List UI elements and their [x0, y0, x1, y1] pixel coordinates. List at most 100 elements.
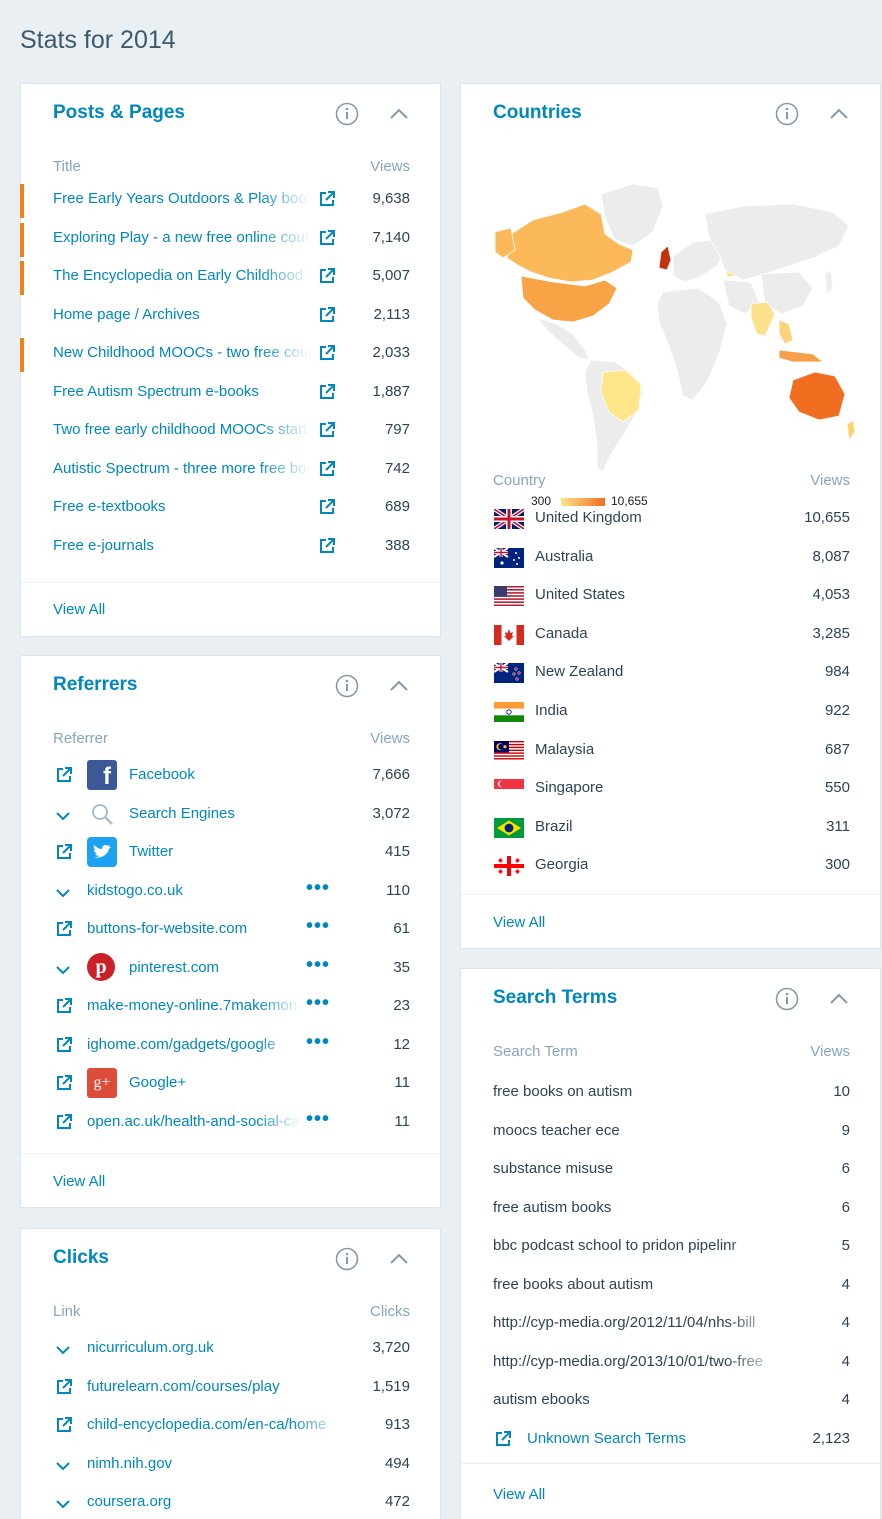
referrer-link[interactable]: kidstogo.co.uk — [87, 882, 301, 899]
click-link[interactable]: coursera.org — [87, 1493, 343, 1510]
post-title-link[interactable]: Home page / Archives — [53, 306, 311, 323]
referrer-link[interactable]: Twitter — [129, 843, 341, 860]
external-link-icon[interactable] — [55, 1416, 73, 1434]
view-all-link[interactable]: View All — [53, 1173, 105, 1190]
click-link[interactable]: nimh.nih.gov — [87, 1455, 343, 1472]
referrer-row[interactable]: g+ Google+ 11 — [21, 1068, 440, 1098]
post-title-link[interactable]: Free e-textbooks — [53, 498, 311, 515]
post-row[interactable]: New Childhood MOOCs - two free courses 2,… — [20, 338, 440, 372]
referrer-link[interactable]: make-money-online.7makemoneyonline.com — [87, 997, 301, 1014]
more-options-icon[interactable]: ••• — [306, 1032, 330, 1052]
chevron-down-icon[interactable] — [55, 886, 71, 898]
post-title-link[interactable]: Two free early childhood MOOCs starting — [53, 421, 311, 438]
external-link-icon[interactable] — [318, 421, 336, 439]
referrer-link[interactable]: ighome.com/gadgets/google — [87, 1036, 301, 1053]
referrer-row[interactable]: Search Engines 3,072 — [21, 799, 440, 829]
more-options-icon[interactable]: ••• — [306, 993, 330, 1013]
post-row[interactable]: Free Autism Spectrum e-books 1,887 — [21, 377, 440, 407]
referrer-row[interactable]: kidstogo.co.uk ••• 110 — [21, 876, 440, 906]
post-row[interactable]: The Encyclopedia on Early Childhood Deve… — [20, 261, 440, 295]
post-row[interactable]: Free e-journals 388 — [21, 531, 440, 561]
info-icon[interactable] — [335, 1247, 359, 1271]
post-title-link[interactable]: Exploring Play - a new free online cours… — [53, 229, 311, 246]
chevron-down-icon[interactable] — [55, 1459, 71, 1471]
click-row[interactable]: nicurriculum.org.uk 3,720 — [21, 1333, 440, 1363]
chevron-down-icon[interactable] — [55, 1497, 71, 1509]
external-link-icon[interactable] — [318, 190, 336, 208]
collapse-chevron-up-icon[interactable] — [388, 1250, 410, 1268]
external-link-icon[interactable] — [55, 843, 73, 861]
info-icon[interactable] — [775, 987, 799, 1011]
post-title-link[interactable]: Free Early Years Outdoors & Play books — [53, 190, 311, 207]
post-title-link[interactable]: Autistic Spectrum - three more free book… — [53, 460, 311, 477]
more-options-icon[interactable]: ••• — [306, 916, 330, 936]
more-options-icon[interactable]: ••• — [306, 955, 330, 975]
unknown-search-terms-link[interactable]: Unknown Search Terms — [527, 1430, 686, 1447]
referrer-link[interactable]: Facebook — [129, 766, 341, 783]
post-row[interactable]: Free e-textbooks 689 — [21, 492, 440, 522]
chevron-down-icon[interactable] — [55, 963, 71, 975]
referrer-row[interactable]: ighome.com/gadgets/google ••• 12 — [21, 1030, 440, 1060]
post-row[interactable]: Autistic Spectrum - three more free book… — [21, 454, 440, 484]
external-link-icon[interactable] — [318, 460, 336, 478]
post-row[interactable]: Two free early childhood MOOCs starting 7… — [21, 415, 440, 445]
unknown-search-terms-row[interactable]: Unknown Search Terms 2,123 — [461, 1424, 880, 1454]
referrer-link[interactable]: pinterest.com — [129, 959, 301, 976]
collapse-chevron-up-icon[interactable] — [388, 677, 410, 695]
referrer-link[interactable]: open.ac.uk/health-and-social-care — [87, 1113, 301, 1130]
external-link-icon[interactable] — [318, 267, 336, 285]
click-link[interactable]: futurelearn.com/courses/play — [87, 1378, 343, 1395]
external-link-icon[interactable] — [318, 306, 336, 324]
info-icon[interactable] — [775, 102, 799, 126]
chevron-down-icon[interactable] — [55, 809, 71, 821]
view-all-link[interactable]: View All — [53, 601, 105, 618]
external-link-icon[interactable] — [55, 1036, 73, 1054]
view-all-link[interactable]: View All — [493, 1486, 545, 1503]
external-link-icon[interactable] — [55, 1378, 73, 1396]
external-link-icon[interactable] — [318, 229, 336, 247]
referrer-row[interactable]: buttons-for-website.com ••• 61 — [21, 914, 440, 944]
click-row[interactable]: child-encyclopedia.com/en-ca/home 913 — [21, 1410, 440, 1440]
referrer-link[interactable]: buttons-for-website.com — [87, 920, 301, 937]
external-link-icon[interactable] — [318, 537, 336, 555]
click-link[interactable]: nicurriculum.org.uk — [87, 1339, 343, 1356]
referrer-row[interactable]: f Facebook 7,666 — [21, 760, 440, 790]
post-title-link[interactable]: The Encyclopedia on Early Childhood Deve… — [53, 267, 311, 284]
click-row[interactable]: nimh.nih.gov 494 — [21, 1449, 440, 1479]
referrer-row[interactable]: p pinterest.com ••• 35 — [21, 952, 440, 983]
click-row[interactable]: futurelearn.com/courses/play 1,519 — [21, 1372, 440, 1402]
referrer-row[interactable]: open.ac.uk/health-and-social-care ••• 11 — [21, 1107, 440, 1137]
collapse-chevron-up-icon[interactable] — [828, 105, 850, 123]
referrer-link[interactable]: Google+ — [129, 1074, 341, 1091]
more-options-icon[interactable]: ••• — [306, 878, 330, 898]
external-link-icon[interactable] — [55, 1113, 73, 1131]
collapse-chevron-up-icon[interactable] — [828, 990, 850, 1008]
post-title-link[interactable]: New Childhood MOOCs - two free courses — [53, 344, 311, 361]
referrer-row[interactable]: Twitter 415 — [21, 837, 440, 867]
external-link-icon[interactable] — [55, 766, 73, 784]
external-link-icon[interactable] — [494, 1430, 512, 1448]
referrer-row[interactable]: make-money-online.7makemoneyonline.com ••… — [21, 991, 440, 1021]
collapse-chevron-up-icon[interactable] — [388, 105, 410, 123]
external-link-icon[interactable] — [318, 498, 336, 516]
external-link-icon[interactable] — [55, 997, 73, 1015]
click-row[interactable]: coursera.org 472 — [21, 1487, 440, 1517]
post-row[interactable]: Free Early Years Outdoors & Play books 9,… — [20, 184, 440, 218]
external-link-icon[interactable] — [318, 383, 336, 401]
world-map[interactable]: 300 10,655 — [493, 154, 856, 508]
click-link[interactable]: child-encyclopedia.com/en-ca/home — [87, 1416, 343, 1433]
more-options-icon[interactable]: ••• — [306, 1109, 330, 1129]
external-link-icon[interactable] — [55, 920, 73, 938]
countries-card: Countries 300 10,655 Country Views Unite… — [460, 83, 881, 949]
chevron-down-icon[interactable] — [55, 1343, 71, 1355]
referrer-link[interactable]: Search Engines — [129, 805, 341, 822]
post-row[interactable]: Exploring Play - a new free online cours… — [20, 222, 440, 257]
external-link-icon[interactable] — [55, 1074, 73, 1092]
post-title-link[interactable]: Free Autism Spectrum e-books — [53, 383, 311, 400]
view-all-link[interactable]: View All — [493, 914, 545, 931]
external-link-icon[interactable] — [318, 344, 336, 362]
info-icon[interactable] — [335, 102, 359, 126]
post-row[interactable]: Home page / Archives 2,113 — [21, 300, 440, 330]
post-title-link[interactable]: Free e-journals — [53, 537, 311, 554]
info-icon[interactable] — [335, 674, 359, 698]
